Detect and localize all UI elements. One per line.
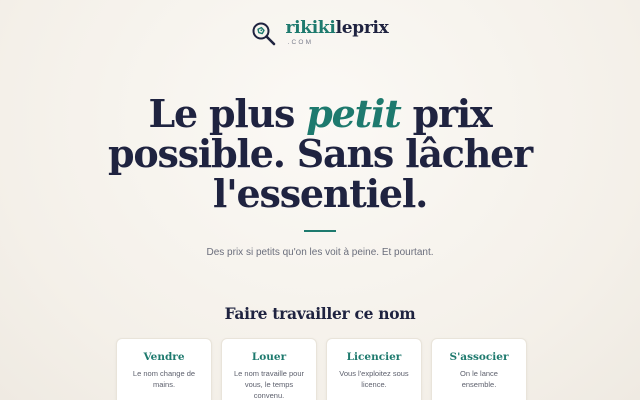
card-title: Vendre (143, 351, 185, 363)
card-vendre[interactable]: Vendre Le nom change de mains. (116, 338, 212, 400)
section-title: Faire travailler ce nom (224, 304, 416, 323)
card-desc: Le nom change de mains. (132, 369, 196, 389)
hero-line3: l'essentiel. (212, 171, 428, 216)
options-cards: Vendre Le nom change de mains. Louer Le … (116, 338, 527, 400)
logo-tld: .COM (287, 39, 314, 46)
hero-line1-end: prix (400, 91, 493, 136)
card-title: S'associer (449, 351, 509, 363)
hero-line1-accent: petit (306, 91, 402, 136)
logo-name-part1: rikiki (285, 18, 336, 38)
card-desc: Vous l'exploitez sous licence. (339, 369, 409, 389)
hero-divider (304, 230, 336, 232)
logo-text: rikikileprix .COM (285, 18, 388, 46)
hero-subtitle: Des prix si petits qu'on les voit à pein… (206, 247, 434, 258)
card-title: Licencier (346, 351, 402, 363)
site-logo[interactable]: rikikileprix .COM (0, 18, 640, 47)
card-title: Louer (251, 351, 287, 363)
card-louer[interactable]: Louer Le nom travaille pour vous, le tem… (221, 338, 317, 400)
logo-name-part2: leprix (335, 18, 389, 38)
hero-line1-start: Le plus (148, 91, 307, 136)
hero-headline: Le plus petit prix possible. Sans lâcher… (0, 94, 640, 214)
card-sassocier[interactable]: S'associer On le lance ensemble. (431, 338, 527, 400)
logo-name: rikikileprix (285, 18, 388, 38)
card-licencier[interactable]: Licencier Vous l'exploitez sous licence. (326, 338, 422, 400)
card-desc: Le nom travaille pour vous, le temps con… (233, 369, 305, 400)
magnifier-tag-icon (252, 22, 276, 46)
card-desc: On le lance ensemble. (460, 369, 498, 389)
hero-line2: possible. Sans lâcher (108, 131, 533, 176)
